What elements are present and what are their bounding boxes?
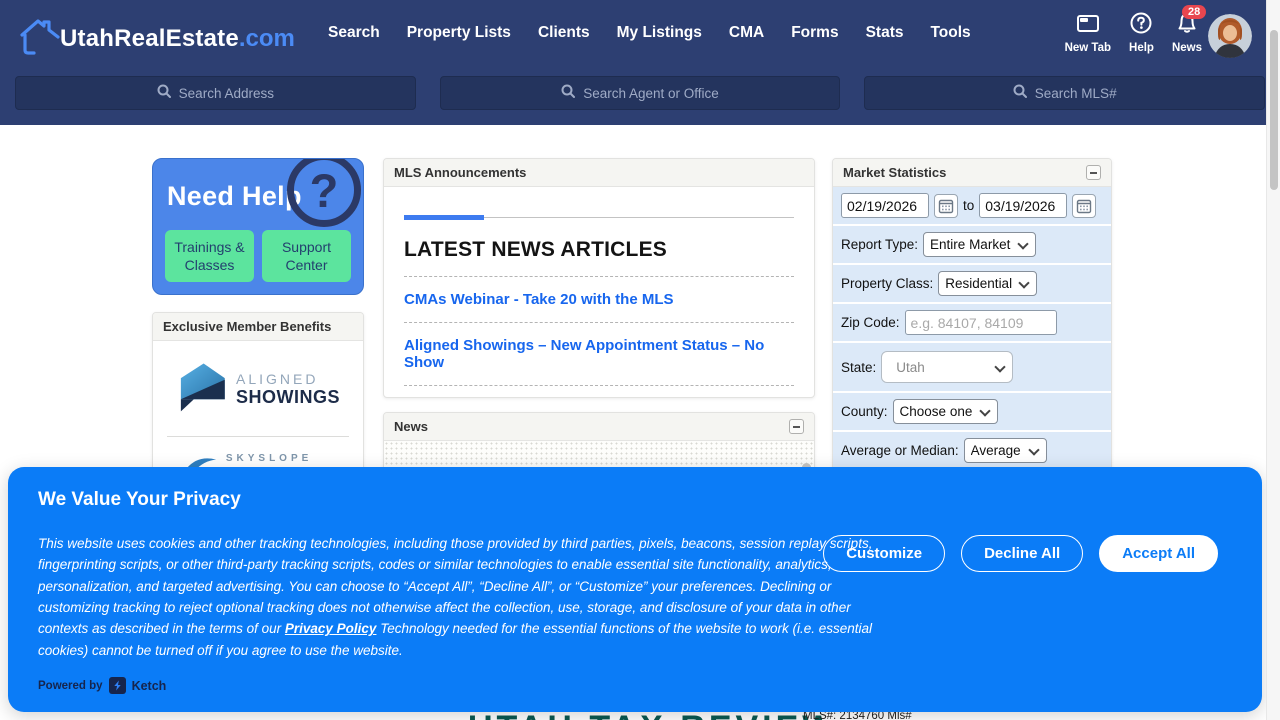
divider [404,276,794,277]
nav-item-stats[interactable]: Stats [866,24,904,42]
privacy-policy-link[interactable]: Privacy Policy [285,621,377,636]
header-actions: New Tab Help [1065,12,1202,54]
calendar-icon[interactable] [1072,194,1096,218]
need-help-card: ? Need Help Trainings & Classes Support … [152,158,364,295]
privacy-banner-title: We Value Your Privacy [38,489,241,511]
property-class-row: Property Class: Residential [833,265,1111,304]
divider [404,322,794,323]
calendar-icon[interactable] [934,194,958,218]
market-stats-title: Market Statistics [843,165,946,180]
address-search-placeholder: Search Address [179,86,274,101]
news-article-link-1[interactable]: CMAs Webinar - Take 20 with the MLS [404,291,794,308]
zip-code-label: Zip Code: [841,315,900,330]
property-class-label: Property Class: [841,276,933,291]
skyslope-label: SKYSLOPE [226,453,331,464]
search-icon [157,84,171,103]
announcements-title: MLS Announcements [394,165,526,180]
nav-item-clients[interactable]: Clients [538,24,590,42]
ketch-label: Ketch [132,679,167,693]
mls-number-search-input[interactable]: Search MLS# [864,76,1265,110]
main-nav: Search Property Lists Clients My Listing… [328,24,971,42]
state-select[interactable]: Utah [881,351,1013,383]
aligned-label: ALIGNED [236,371,340,387]
mls-announcements-panel: MLS Announcements LATEST NEWS ARTICLES C… [383,158,815,398]
decline-all-button[interactable]: Decline All [961,535,1083,572]
zip-code-input[interactable] [905,310,1057,335]
nav-item-property-lists[interactable]: Property Lists [407,24,511,42]
county-label: County: [841,404,888,419]
average-median-row: Average or Median: Average [833,432,1111,471]
agent-office-search-placeholder: Search Agent or Office [583,86,719,101]
nav-item-forms[interactable]: Forms [791,24,838,42]
state-label: State: [841,360,876,375]
mls-search-placeholder: Search MLS# [1035,86,1117,101]
house-icon [14,10,60,67]
news-title: News [394,419,428,434]
logo-tld-text: .com [239,25,295,53]
help-button[interactable]: Help [1129,12,1154,54]
collapse-icon[interactable] [789,419,804,434]
report-type-label: Report Type: [841,237,918,252]
report-type-row: Report Type: Entire Market [833,226,1111,265]
county-select[interactable]: Choose one [893,399,998,424]
average-median-label: Average or Median: [841,443,959,458]
nav-item-cma[interactable]: CMA [729,24,764,42]
divider [404,385,794,386]
powered-by-label: Powered by [38,680,103,692]
showings-label: SHOWINGS [236,387,340,408]
collapse-icon[interactable] [1086,165,1101,180]
benefits-title: Exclusive Member Benefits [163,319,331,334]
cookie-consent-banner: We Value Your Privacy This website uses … [8,467,1262,712]
latest-news-heading: LATEST NEWS ARTICLES [404,238,794,262]
property-class-select[interactable]: Residential [938,271,1037,296]
new-tab-label: New Tab [1065,42,1111,54]
site-logo[interactable]: UtahRealEstate.com [14,10,295,67]
date-range-row: to [833,187,1111,226]
user-avatar[interactable] [1208,14,1252,58]
zip-code-row: Zip Code: [833,304,1111,343]
help-label: Help [1129,42,1154,54]
accept-all-button[interactable]: Accept All [1099,535,1218,572]
news-button[interactable]: 28 News [1172,12,1202,54]
trainings-classes-button[interactable]: Trainings & Classes [165,230,254,282]
report-type-select[interactable]: Entire Market [923,232,1036,257]
top-navigation-bar: UtahRealEstate.com Search Property Lists… [0,0,1280,125]
carousel-progress [404,215,794,220]
nav-item-search[interactable]: Search [328,24,380,42]
privacy-banner-text: This website uses cookies and other trac… [38,533,886,661]
aligned-showings-icon [176,359,228,420]
news-count-badge: 28 [1182,5,1206,19]
nav-item-tools[interactable]: Tools [930,24,970,42]
customize-button[interactable]: Customize [823,535,945,572]
question-mark-icon: ? [287,158,361,227]
powered-by-ketch[interactable]: Powered by Ketch [38,677,166,694]
average-median-select[interactable]: Average [964,438,1047,463]
news-label: News [1172,42,1202,54]
date-from-input[interactable] [841,193,929,218]
carousel-progress-fill[interactable] [404,215,484,220]
address-search-input[interactable]: Search Address [15,76,416,110]
county-row: County: Choose one [833,393,1111,432]
quick-search-row: Search Address Search Agent or Office [0,76,1280,110]
support-center-button[interactable]: Support Center [262,230,351,282]
date-to-label: to [963,198,974,213]
news-article-link-2[interactable]: Aligned Showings – New Appointment Statu… [404,337,794,371]
logo-brand-text: UtahRealEstate [60,25,239,53]
aligned-showings-logo[interactable]: ALIGNED SHOWINGS [153,341,363,436]
help-icon [1130,12,1152,39]
new-tab-button[interactable]: New Tab [1065,12,1111,54]
date-to-input[interactable] [979,193,1067,218]
scrollbar-thumb[interactable] [1270,30,1278,190]
page-scrollbar[interactable] [1266,0,1280,720]
search-icon [1013,84,1027,103]
agent-office-search-input[interactable]: Search Agent or Office [440,76,841,110]
ketch-icon [109,677,126,694]
nav-item-my-listings[interactable]: My Listings [617,24,702,42]
state-row: State: Utah [833,343,1111,393]
new-tab-icon [1076,12,1100,39]
cookie-buttons: Customize Decline All Accept All [823,535,1218,572]
page: UtahRealEstate.com Search Property Lists… [0,0,1280,720]
search-icon [561,84,575,103]
